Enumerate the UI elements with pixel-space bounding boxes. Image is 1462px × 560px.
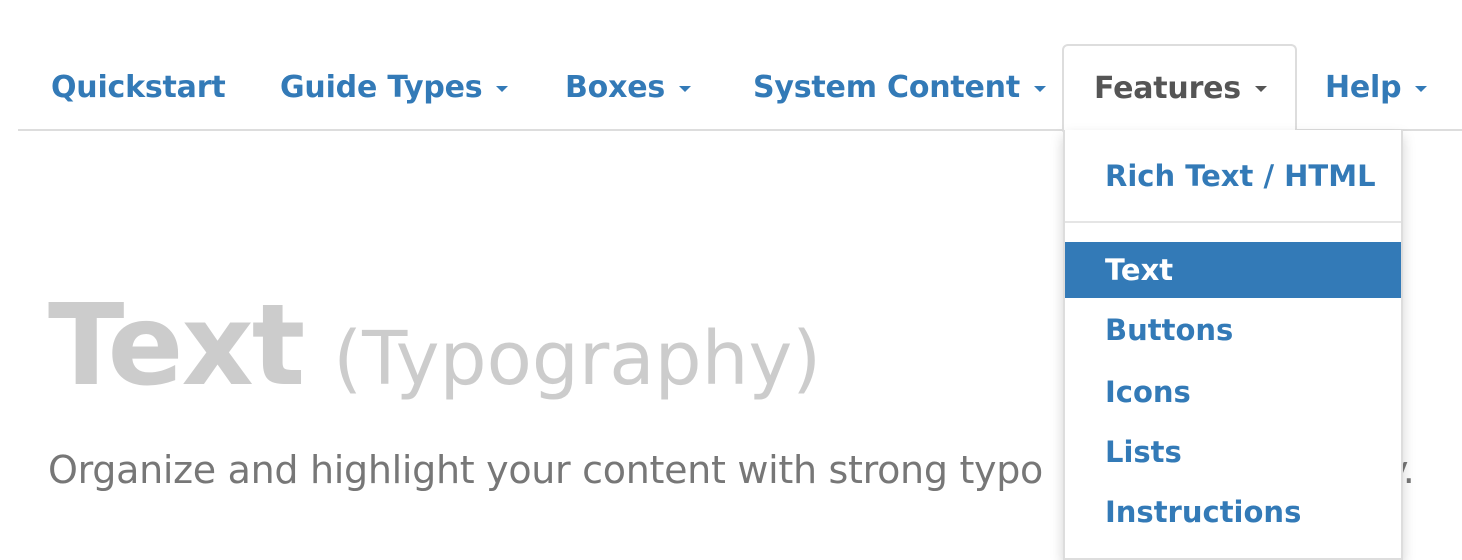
- menu-item-buttons[interactable]: Buttons: [1065, 302, 1401, 358]
- page-subtitle-start: Organize and highlight your content with…: [48, 448, 1044, 492]
- nav-item-help[interactable]: Help: [1325, 44, 1428, 131]
- nav-item-label: Quickstart: [51, 70, 226, 105]
- page-title-suffix: (Typography): [333, 316, 822, 402]
- page-subtitle: Organize and highlight your content with…: [48, 448, 1415, 492]
- menu-divider: [1065, 221, 1401, 223]
- menu-item-rich-text-html[interactable]: Rich Text / HTML: [1065, 148, 1401, 204]
- page-title-main: Text: [48, 281, 305, 411]
- nav-item-features[interactable]: Features: [1062, 44, 1297, 132]
- nav-item-label: System Content: [753, 70, 1020, 105]
- menu-item-instructions[interactable]: Instructions: [1065, 484, 1401, 540]
- menu-item-label: Text: [1105, 253, 1174, 287]
- menu-item-label: Instructions: [1105, 495, 1302, 529]
- nav-item-guide-types[interactable]: Guide Types: [280, 44, 509, 131]
- menu-item-icons[interactable]: Icons: [1065, 364, 1401, 420]
- caret-down-icon: [1033, 85, 1046, 92]
- nav-item-system-content[interactable]: System Content: [753, 44, 1046, 131]
- menu-item-label: Lists: [1105, 435, 1182, 469]
- nav-item-label: Boxes: [565, 70, 666, 105]
- nav-item-label: Help: [1325, 70, 1402, 105]
- features-dropdown-menu: Rich Text / HTML Text Buttons Icons List…: [1063, 130, 1403, 560]
- menu-item-text[interactable]: Text: [1065, 242, 1401, 298]
- main-nav: Quickstart Guide Types Boxes System Cont…: [18, 44, 1462, 132]
- page-title: Text (Typography): [48, 290, 821, 402]
- caret-down-icon: [496, 85, 509, 92]
- nav-item-label: Guide Types: [280, 70, 483, 105]
- caret-down-icon: [679, 85, 692, 92]
- menu-item-label: Buttons: [1105, 313, 1234, 347]
- caret-down-icon: [1415, 85, 1428, 92]
- menu-item-label: Rich Text / HTML: [1105, 159, 1376, 193]
- nav-item-label: Features: [1094, 70, 1241, 106]
- nav-item-quickstart[interactable]: Quickstart: [51, 44, 226, 131]
- caret-down-icon: [1254, 86, 1267, 92]
- menu-item-lists[interactable]: Lists: [1065, 424, 1401, 480]
- menu-item-label: Icons: [1105, 375, 1191, 409]
- nav-item-boxes[interactable]: Boxes: [565, 44, 692, 131]
